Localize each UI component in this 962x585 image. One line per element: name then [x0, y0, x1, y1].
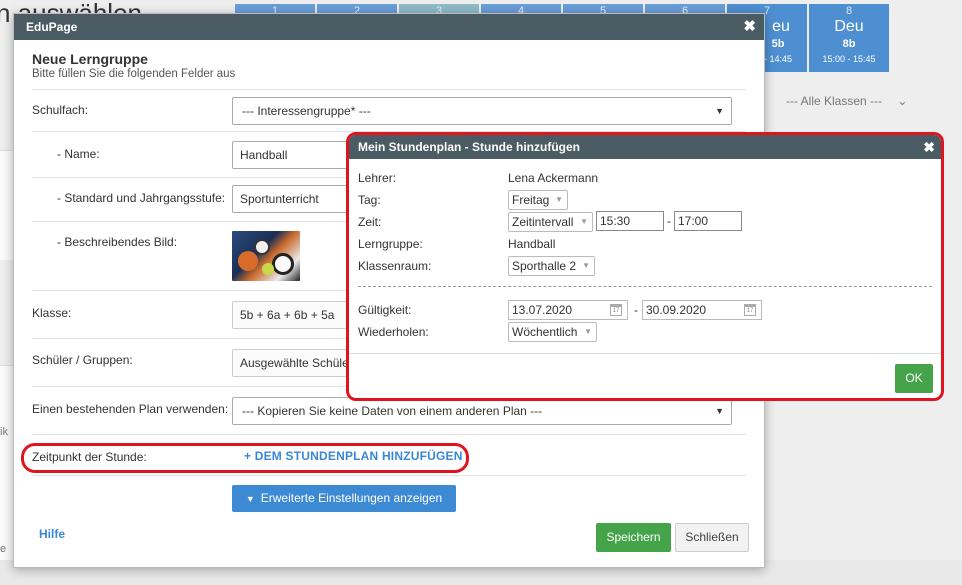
- plan-value: --- Kopieren Sie keine Daten von einem a…: [242, 404, 543, 418]
- divider: [32, 434, 746, 435]
- close-button[interactable]: Schließen: [675, 523, 749, 552]
- zeit-separator: -: [667, 214, 671, 228]
- bild-label: - Beschreibendes Bild:: [57, 235, 178, 249]
- lesson-time: 15:00 - 15:45: [822, 54, 876, 64]
- close-icon[interactable]: ✖: [923, 135, 935, 159]
- plan-label: Einen bestehenden Plan verwenden:: [32, 402, 229, 416]
- wiederholen-value: Wöchentlich: [512, 325, 578, 339]
- schulfach-select[interactable]: --- Interessengruppe* --- ▼: [232, 97, 732, 125]
- tag-select[interactable]: Freitag ▼: [508, 190, 568, 210]
- gueltigkeit-from-value: 13.07.2020: [512, 303, 573, 317]
- ok-button[interactable]: OK: [895, 364, 933, 393]
- popup-footer-divider: [349, 353, 941, 354]
- lesson-subject: Deu: [834, 18, 864, 35]
- lesson-number: 8: [845, 5, 853, 17]
- zeitpunkt-label: Zeitpunkt der Stunde:: [32, 450, 147, 464]
- lesson-card-8[interactable]: 8 Deu 8b 15:00 - 15:45: [809, 4, 889, 72]
- calendar-icon[interactable]: 17: [744, 304, 756, 316]
- divider: [32, 89, 746, 90]
- chevron-down-icon: ▼: [715, 106, 724, 116]
- klasse-label: Klasse:: [32, 306, 72, 320]
- schueler-label: Schüler / Gruppen:: [32, 353, 133, 367]
- lerngruppe-value: Handball: [508, 237, 556, 251]
- zeit-mode-select[interactable]: Zeitintervall ▼: [508, 212, 593, 232]
- klassenraum-label: Klassenraum:: [358, 259, 432, 273]
- divider: [358, 286, 932, 287]
- zeit-mode-value: Zeitintervall: [512, 215, 574, 229]
- tag-label: Tag:: [358, 193, 381, 207]
- popup-header: Mein Stundenplan - Stunde hinzufügen ✖: [349, 135, 941, 159]
- chevron-down-icon: ▼: [584, 327, 592, 336]
- lehrer-label: Lehrer:: [358, 171, 397, 185]
- gueltigkeit-to-input[interactable]: 30.09.2020 17: [642, 300, 762, 320]
- caret-down-icon: ▼: [245, 494, 255, 504]
- plan-select[interactable]: --- Kopieren Sie keine Daten von einem a…: [232, 397, 732, 425]
- popup-title: Mein Stundenplan - Stunde hinzufügen: [358, 140, 580, 154]
- lesson-class: 8b: [842, 38, 856, 50]
- save-button[interactable]: Speichern: [596, 523, 671, 552]
- chevron-down-icon: ▼: [580, 217, 588, 226]
- gueltigkeit-from-input[interactable]: 13.07.2020 17: [508, 300, 628, 320]
- dialog-title: Neue Lerngruppe: [32, 51, 148, 67]
- zeit-to-input[interactable]: 17:00: [674, 211, 742, 231]
- gueltigkeit-separator: -: [634, 303, 638, 317]
- zeit-label: Zeit:: [358, 215, 382, 229]
- advanced-settings-button[interactable]: ▼ Erweiterte Einstellungen anzeigen: [232, 485, 456, 512]
- chevron-down-icon: ▼: [555, 195, 563, 204]
- schulfach-label: Schulfach:: [32, 103, 89, 117]
- calendar-icon[interactable]: 17: [610, 304, 622, 316]
- lehrer-value: Lena Ackermann: [508, 171, 599, 185]
- gueltigkeit-label: Gültigkeit:: [358, 303, 412, 317]
- add-lesson-popup: Mein Stundenplan - Stunde hinzufügen ✖ L…: [346, 132, 944, 401]
- chevron-down-icon: ▼: [715, 406, 724, 416]
- class-filter-select[interactable]: --- Alle Klassen --- ⌄: [786, 94, 907, 108]
- schulfach-value: --- Interessengruppe* ---: [242, 104, 371, 118]
- sports-balls-image[interactable]: [232, 231, 300, 281]
- zeit-from-input[interactable]: 15:30: [596, 211, 664, 231]
- divider: [32, 475, 746, 476]
- advanced-settings-label: Erweiterte Einstellungen anzeigen: [260, 491, 443, 505]
- background-side-panel: [0, 365, 14, 560]
- chevron-down-icon: ⌄: [897, 94, 908, 108]
- wiederholen-label: Wiederholen:: [358, 325, 429, 339]
- help-link[interactable]: Hilfe: [39, 527, 65, 541]
- gueltigkeit-to-value: 30.09.2020: [646, 303, 707, 317]
- dialog-window-title: EduPage: [26, 20, 78, 34]
- lerngruppe-label: Lerngruppe:: [358, 237, 423, 251]
- wiederholen-select[interactable]: Wöchentlich ▼: [508, 322, 597, 342]
- klassenraum-select[interactable]: Sporthalle 2 ▼: [508, 256, 595, 276]
- dialog-header: EduPage ✖: [14, 14, 764, 40]
- class-filter-value: --- Alle Klassen ---: [786, 94, 883, 108]
- chevron-down-icon: ▼: [582, 261, 590, 270]
- standard-label: - Standard und Jahrgangsstufe:: [57, 191, 226, 205]
- name-label: - Name:: [57, 147, 100, 161]
- background-side-text: ik: [0, 426, 8, 438]
- tag-value: Freitag: [512, 193, 550, 207]
- klassenraum-value: Sporthalle 2: [512, 259, 577, 273]
- close-icon[interactable]: ✖: [743, 14, 756, 40]
- background-side-text: e: [0, 543, 7, 555]
- background-side-panel: [0, 150, 14, 260]
- dialog-subtitle: Bitte füllen Sie die folgenden Felder au…: [32, 68, 236, 80]
- add-to-timetable-link[interactable]: + DEM STUNDENPLAN HINZUFÜGEN: [244, 449, 463, 463]
